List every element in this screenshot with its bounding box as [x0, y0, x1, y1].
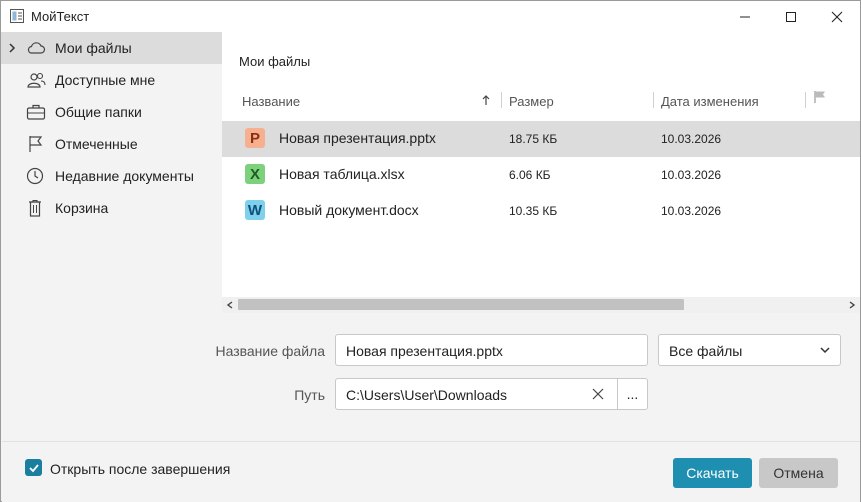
file-list-panel: Мои файлы Название Размер Дата изменения…: [222, 32, 860, 313]
cloud-icon: [27, 42, 46, 54]
scroll-left-icon[interactable]: [226, 301, 234, 309]
file-size: 6.06 КБ: [509, 168, 551, 182]
filename-input[interactable]: Новая презентация.pptx: [335, 334, 648, 366]
file-size: 18.75 КБ: [509, 132, 558, 146]
clear-icon[interactable]: [592, 388, 604, 400]
filetype-select[interactable]: Все файлы: [658, 334, 841, 366]
sidebar-item-trash[interactable]: Корзина: [1, 192, 222, 224]
file-row[interactable]: P Новая презентация.pptx 18.75 КБ 10.03.…: [222, 121, 860, 157]
sidebar: Мои файлы Доступные мне Общие папки Отме…: [1, 32, 222, 313]
column-separator[interactable]: [653, 92, 654, 108]
chevron-down-icon: [820, 347, 830, 354]
sidebar-item-label: Корзина: [55, 200, 109, 216]
file-date: 10.03.2026: [661, 132, 722, 146]
sidebar-item-shared-with-me[interactable]: Доступные мне: [1, 64, 222, 96]
chevron-right-icon[interactable]: [7, 42, 17, 54]
sort-ascending-icon[interactable]: [481, 94, 491, 106]
open-after-checkbox[interactable]: [25, 459, 42, 476]
checkmark-icon: [28, 463, 39, 472]
file-row[interactable]: W Новый документ.docx 10.35 КБ 10.03.202…: [222, 193, 860, 229]
sidebar-item-label: Общие папки: [55, 104, 142, 120]
minimize-icon: [740, 16, 750, 17]
users-icon: [27, 72, 46, 88]
path-label: Путь: [294, 387, 325, 403]
file-name: Новая презентация.pptx: [279, 130, 436, 146]
filename-value: Новая презентация.pptx: [346, 343, 503, 359]
path-value: C:\Users\User\Downloads: [346, 387, 508, 403]
cancel-button[interactable]: Отмена: [759, 458, 838, 488]
file-name: Новый документ.docx: [279, 202, 419, 218]
powerpoint-file-icon: P: [245, 128, 265, 148]
minimize-button[interactable]: [722, 1, 768, 32]
briefcase-icon: [26, 104, 46, 120]
file-row[interactable]: X Новая таблица.xlsx 6.06 КБ 10.03.2026: [222, 157, 860, 193]
file-date: 10.03.2026: [661, 204, 722, 218]
sidebar-item-label: Доступные мне: [55, 72, 156, 88]
download-button[interactable]: Скачать: [673, 458, 752, 488]
file-date: 10.03.2026: [661, 168, 722, 182]
path-input[interactable]: C:\Users\User\Downloads: [335, 378, 618, 410]
sidebar-item-shared-folders[interactable]: Общие папки: [1, 96, 222, 128]
open-after-label[interactable]: Открыть после завершения: [50, 461, 230, 477]
window-title: МойТекст: [31, 9, 90, 24]
browse-button[interactable]: ...: [617, 378, 648, 410]
close-icon: [831, 11, 843, 22]
close-button[interactable]: [814, 1, 860, 32]
maximize-icon: [786, 11, 796, 22]
horizontal-scrollbar[interactable]: [222, 297, 860, 313]
column-header-size[interactable]: Размер: [509, 94, 554, 109]
save-dialog-window: МойТекст Мои файлы Доступные мне Общие п…: [0, 0, 861, 502]
column-header-date[interactable]: Дата изменения: [661, 94, 759, 109]
sidebar-item-my-files[interactable]: Мои файлы: [1, 32, 222, 64]
flag-icon: [29, 136, 43, 152]
folder-title: Мои файлы: [239, 54, 311, 69]
file-name: Новая таблица.xlsx: [279, 166, 405, 182]
column-header-name[interactable]: Название: [242, 94, 300, 109]
file-size: 10.35 КБ: [509, 204, 558, 218]
filetype-value: Все файлы: [669, 343, 743, 359]
flag-column-icon[interactable]: [813, 90, 827, 104]
column-separator[interactable]: [805, 92, 806, 108]
sidebar-item-label: Отмеченные: [55, 136, 138, 152]
word-file-icon: W: [245, 200, 265, 220]
sidebar-item-flagged[interactable]: Отмеченные: [1, 128, 222, 160]
clock-icon: [26, 167, 44, 185]
column-separator[interactable]: [501, 92, 502, 108]
scrollbar-thumb[interactable]: [238, 299, 684, 310]
trash-icon: [29, 199, 41, 217]
app-icon: [10, 9, 24, 23]
sidebar-item-recent-documents[interactable]: Недавние документы: [1, 160, 222, 192]
sidebar-item-label: Недавние документы: [55, 168, 194, 184]
sidebar-item-label: Мои файлы: [55, 40, 132, 56]
maximize-button[interactable]: [768, 1, 814, 32]
excel-file-icon: X: [245, 164, 265, 184]
scroll-right-icon[interactable]: [848, 301, 856, 309]
filename-label: Название файла: [215, 343, 325, 359]
title-bar: МойТекст: [1, 1, 860, 32]
